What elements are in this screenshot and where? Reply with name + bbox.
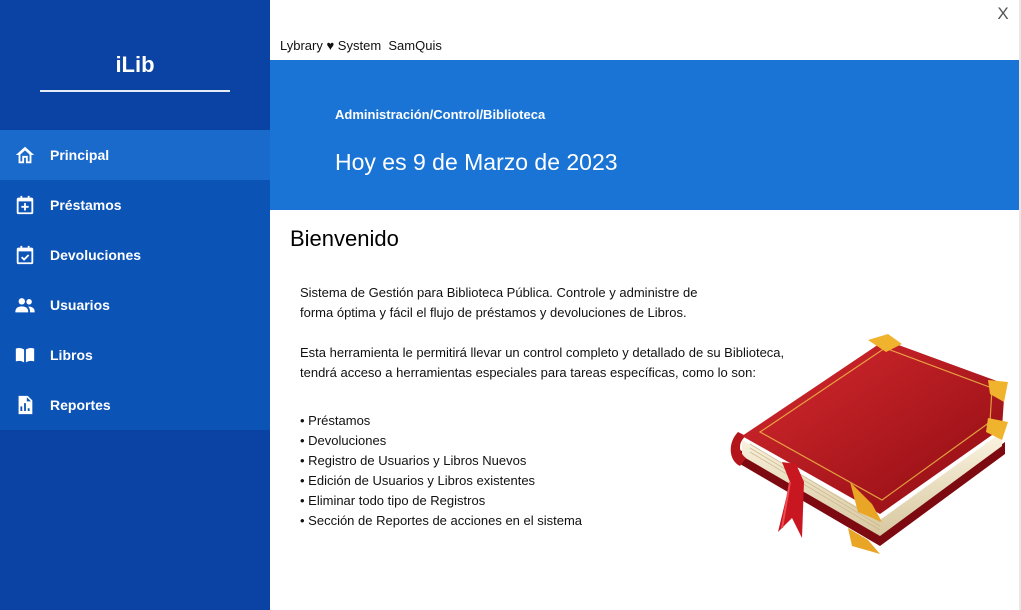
sidebar-item-label: Libros — [50, 347, 93, 363]
list-item: • Edición de Usuarios y Libros existente… — [300, 473, 536, 488]
sidebar-item-label: Usuarios — [50, 297, 110, 313]
current-date: Hoy es 9 de Marzo de 2023 — [335, 149, 618, 175]
list-item: • Préstamos — [300, 413, 371, 428]
sidebar-item-libros[interactable]: Libros — [0, 330, 270, 380]
sidebar-item-label: Reportes — [50, 397, 111, 413]
list-item: • Devoluciones — [300, 433, 387, 448]
list-item: • Registro de Usuarios y Libros Nuevos — [300, 453, 527, 468]
close-button[interactable]: X — [993, 4, 1013, 24]
header-banner: Administración/Control/Biblioteca Hoy es… — [270, 60, 1021, 210]
page-title: Bienvenido — [290, 226, 399, 251]
sidebar-item-devoluciones[interactable]: Devoluciones — [0, 230, 270, 280]
home-icon — [13, 143, 37, 167]
calendar-plus-icon — [13, 193, 37, 217]
calendar-check-icon — [13, 243, 37, 267]
list-item: • Eliminar todo tipo de Registros — [300, 493, 486, 508]
breadcrumb: Administración/Control/Biblioteca — [335, 107, 546, 122]
sidebar-item-prestamos[interactable]: Préstamos — [0, 180, 270, 230]
sidebar-item-label: Devoluciones — [50, 247, 142, 263]
description-line: forma óptima y fácil el flujo de préstam… — [300, 305, 687, 320]
app-logo: iLib — [115, 52, 155, 77]
feature-list: • Préstamos • Devoluciones • Registro de… — [300, 411, 582, 531]
sidebar-item-principal[interactable]: Principal — [0, 130, 270, 180]
sidebar-item-label: Principal — [50, 147, 110, 163]
sidebar-nav: Principal Préstamos Devoluciones Usuario… — [0, 130, 270, 430]
book-illustration — [730, 334, 1008, 554]
list-item: • Sección de Reportes de acciones en el … — [300, 513, 583, 528]
report-icon — [13, 393, 37, 417]
book-open-icon — [13, 343, 37, 367]
sidebar-item-reportes[interactable]: Reportes — [0, 380, 270, 430]
sidebar-item-label: Préstamos — [50, 197, 122, 213]
sidebar: iLib Principal Préstamos Devoluciones Us… — [0, 0, 270, 610]
users-icon — [13, 293, 37, 317]
logo-divider — [40, 90, 230, 92]
description-line: Sistema de Gestión para Biblioteca Públi… — [300, 285, 698, 300]
sidebar-item-usuarios[interactable]: Usuarios — [0, 280, 270, 330]
app-title: Lybrary ♥ System SamQuis — [280, 38, 442, 53]
